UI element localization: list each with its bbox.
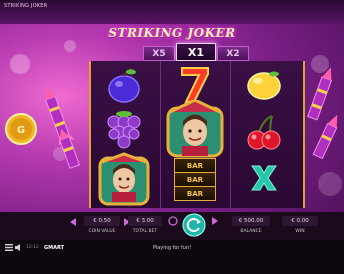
coin-value-decrease-icon[interactable]: [68, 217, 78, 227]
win-display: € 0.00: [282, 216, 318, 226]
total-bet-display: € 3.00: [128, 216, 162, 226]
multiplier-x5: X5: [143, 46, 175, 61]
multiplier-x2: X2: [217, 46, 249, 61]
multiplier-x1-active: X1: [176, 43, 216, 61]
coin-value-label: COIN VALUE: [88, 229, 116, 234]
gold-coin-icon: G: [5, 113, 37, 145]
bar-symbol: BAR: [174, 186, 216, 201]
turbo-icon[interactable]: [210, 216, 220, 226]
balance-display: € 500.00: [232, 216, 270, 226]
play-mode-status: Playing for fun!: [152, 245, 192, 251]
reel-divider: [160, 61, 161, 208]
x-symbol-icon: [251, 165, 277, 191]
browser-tab: STRIKING JOKER: [0, 0, 344, 24]
game-screen: STRIKING JOKER G STRIKING JOKER X5 X1 X2…: [0, 0, 344, 274]
joker-symbol-icon: [98, 152, 150, 206]
spin-button[interactable]: [182, 213, 206, 237]
balance-label: BALANCE: [240, 229, 262, 234]
footer-bar: 12:12 GMART Playing for fun!: [0, 240, 344, 274]
firework-rocket-left-icon: [45, 86, 81, 169]
lemon-icon: [247, 71, 281, 100]
plum-icon: [108, 68, 140, 103]
total-bet-label: TOTAL BET: [132, 229, 158, 234]
svg-text:G: G: [17, 125, 25, 136]
firework-rocket-right-icon: [307, 67, 338, 160]
tab-title: STRIKING JOKER: [4, 3, 48, 9]
bar-symbol: BAR: [174, 158, 216, 173]
cherries-icon: [247, 115, 281, 150]
autoplay-icon[interactable]: [168, 216, 178, 226]
bar-symbol: BAR: [174, 172, 216, 187]
win-label: WIN: [295, 229, 305, 234]
joker-symbol-icon: [166, 100, 224, 158]
coin-value-display: € 0.50: [84, 216, 120, 226]
reel-divider: [230, 61, 231, 208]
game-logo: STRIKING JOKER: [108, 26, 236, 40]
grapes-icon: [107, 111, 141, 149]
